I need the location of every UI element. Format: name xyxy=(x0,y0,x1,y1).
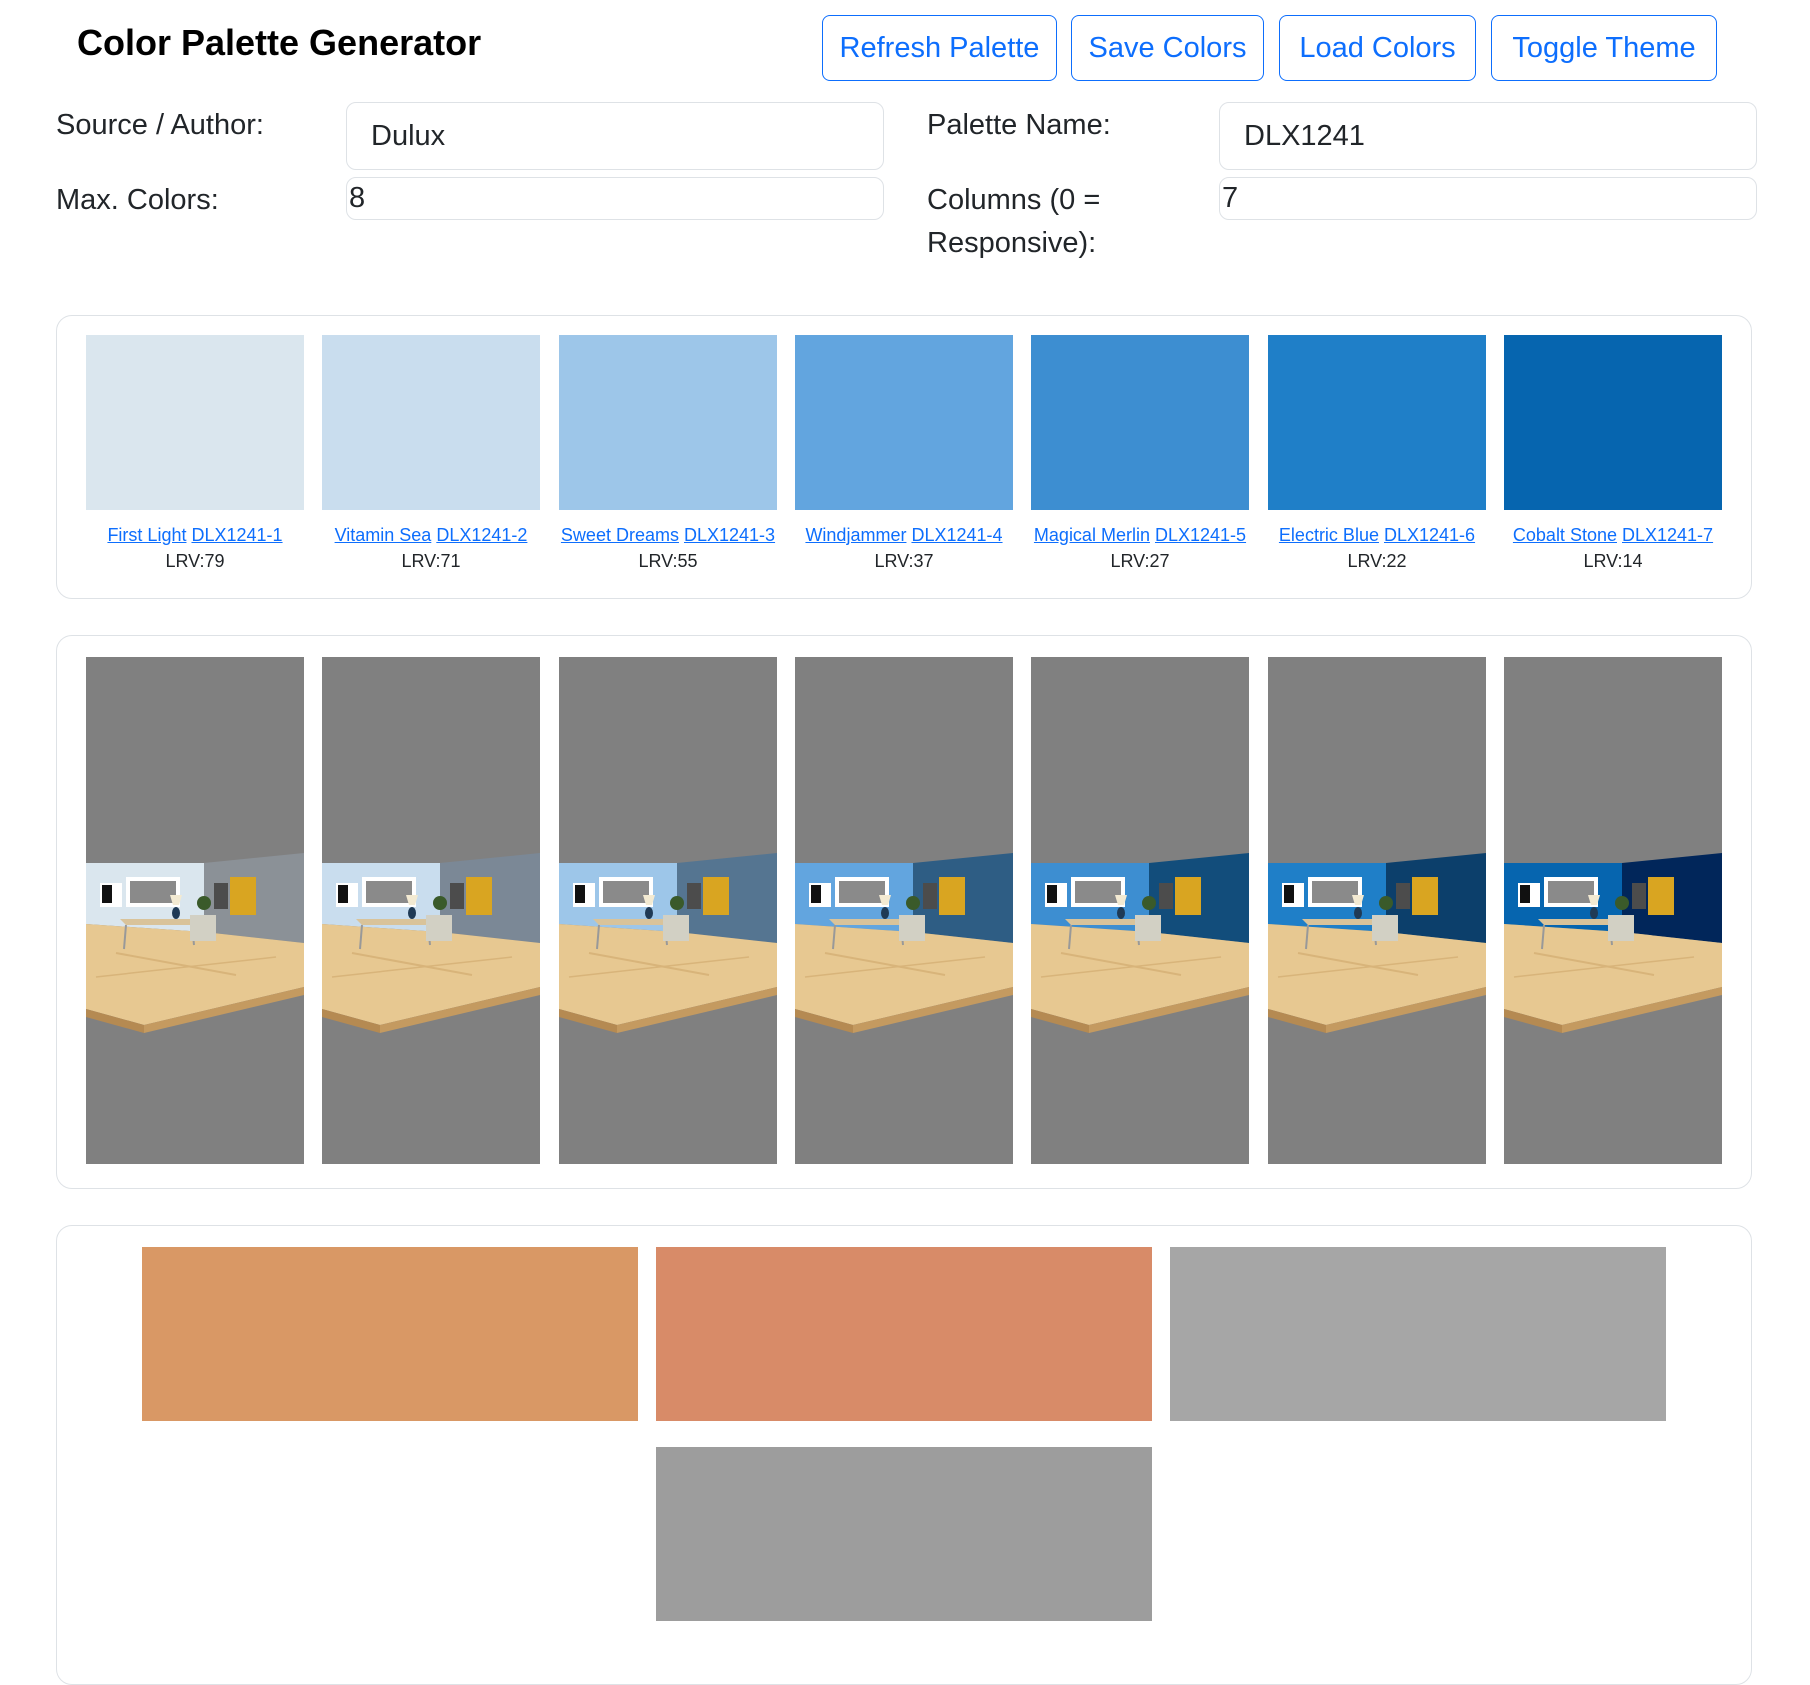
color-swatch[interactable] xyxy=(86,335,304,510)
room-preview xyxy=(1268,657,1486,1164)
swatch-lrv: LRV:37 xyxy=(874,551,934,571)
color-swatch[interactable] xyxy=(559,335,777,510)
room-preview xyxy=(322,657,540,1164)
room-illustration xyxy=(795,853,1013,1033)
swatch-name-link[interactable]: Windjammer xyxy=(805,525,906,545)
swatch-lrv: LRV:22 xyxy=(1347,551,1407,571)
accent-swatch[interactable] xyxy=(656,1247,1152,1421)
swatch-lrv: LRV:27 xyxy=(1110,551,1170,571)
palette-name-label: Palette Name: xyxy=(927,109,1111,141)
swatch-name-link[interactable]: First Light xyxy=(107,525,186,545)
load-colors-button[interactable]: Load Colors xyxy=(1279,15,1476,81)
swatch-code-link[interactable]: DLX1241-5 xyxy=(1155,525,1246,545)
save-colors-button[interactable]: Save Colors xyxy=(1071,15,1264,81)
swatch-lrv: LRV:55 xyxy=(638,551,698,571)
columns-label: Columns (0 = Responsive): xyxy=(927,184,1101,259)
max-colors-input[interactable] xyxy=(346,177,884,220)
source-author-input[interactable] xyxy=(346,102,884,170)
page-title: Color Palette Generator xyxy=(77,22,482,63)
swatch-caption: Windjammer DLX1241-4 LRV:37 xyxy=(785,522,1023,574)
swatch-caption: Electric Blue DLX1241-6 LRV:22 xyxy=(1258,522,1496,574)
swatch-caption: Sweet Dreams DLX1241-3 LRV:55 xyxy=(549,522,787,574)
accent-swatch[interactable] xyxy=(142,1247,638,1421)
color-swatch[interactable] xyxy=(1031,335,1249,510)
room-preview xyxy=(1504,657,1722,1164)
swatch-caption: Cobalt Stone DLX1241-7 LRV:14 xyxy=(1494,522,1732,574)
color-swatch[interactable] xyxy=(795,335,1013,510)
palette-name-input[interactable] xyxy=(1219,102,1757,170)
swatch-code-link[interactable]: DLX1241-6 xyxy=(1384,525,1475,545)
swatch-caption: First Light DLX1241-1 LRV:79 xyxy=(76,522,314,574)
room-preview xyxy=(1031,657,1249,1164)
room-illustration xyxy=(86,853,304,1033)
swatch-name-link[interactable]: Sweet Dreams xyxy=(561,525,679,545)
swatch-code-link[interactable]: DLX1241-2 xyxy=(436,525,527,545)
room-illustration xyxy=(1504,853,1722,1033)
accent-swatch[interactable] xyxy=(656,1447,1152,1621)
swatch-name-link[interactable]: Magical Merlin xyxy=(1034,525,1150,545)
source-author-label: Source / Author: xyxy=(56,109,264,141)
swatch-lrv: LRV:71 xyxy=(401,551,461,571)
swatch-code-link[interactable]: DLX1241-4 xyxy=(911,525,1002,545)
color-swatch[interactable] xyxy=(1268,335,1486,510)
swatch-lrv: LRV:79 xyxy=(165,551,225,571)
max-colors-label: Max. Colors: xyxy=(56,184,219,216)
swatch-name-link[interactable]: Cobalt Stone xyxy=(1513,525,1617,545)
room-preview xyxy=(559,657,777,1164)
swatch-name-link[interactable]: Electric Blue xyxy=(1279,525,1379,545)
room-illustration xyxy=(1031,853,1249,1033)
room-illustration xyxy=(1268,853,1486,1033)
swatch-caption: Magical Merlin DLX1241-5 LRV:27 xyxy=(1021,522,1259,574)
room-illustration xyxy=(559,853,777,1033)
swatch-code-link[interactable]: DLX1241-7 xyxy=(1622,525,1713,545)
swatch-lrv: LRV:14 xyxy=(1583,551,1643,571)
color-swatch[interactable] xyxy=(322,335,540,510)
accent-swatch[interactable] xyxy=(1170,1247,1666,1421)
room-illustration xyxy=(322,853,540,1033)
room-preview xyxy=(795,657,1013,1164)
swatch-caption: Vitamin Sea DLX1241-2 LRV:71 xyxy=(312,522,550,574)
toggle-theme-button[interactable]: Toggle Theme xyxy=(1491,15,1717,81)
swatch-code-link[interactable]: DLX1241-1 xyxy=(191,525,282,545)
color-swatch[interactable] xyxy=(1504,335,1722,510)
swatch-name-link[interactable]: Vitamin Sea xyxy=(335,525,432,545)
room-preview xyxy=(86,657,304,1164)
swatch-code-link[interactable]: DLX1241-3 xyxy=(684,525,775,545)
columns-input[interactable] xyxy=(1219,177,1757,220)
refresh-palette-button[interactable]: Refresh Palette xyxy=(822,15,1057,81)
